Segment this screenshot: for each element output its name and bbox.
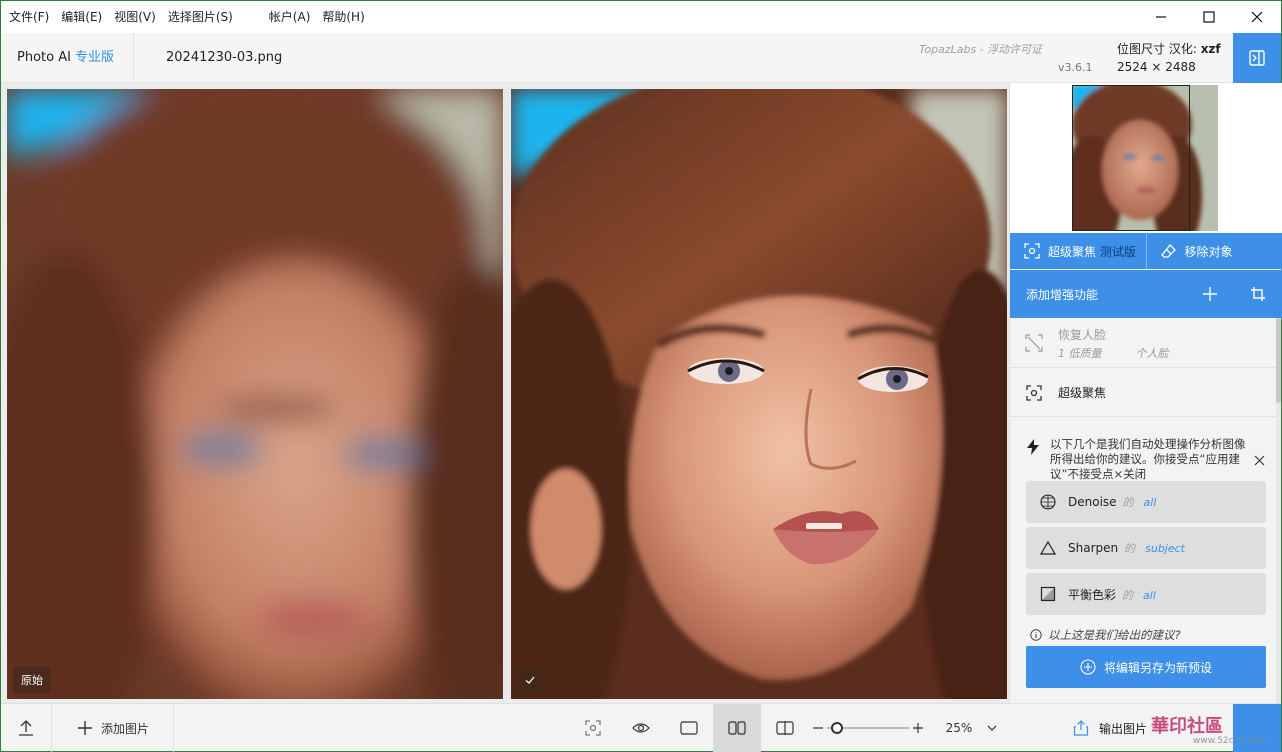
scrollbar-thumb[interactable] xyxy=(1276,318,1281,403)
super-focus-button[interactable]: 超级聚焦 测试版 xyxy=(1010,233,1147,269)
enhanced-check[interactable] xyxy=(517,667,543,693)
viewport-frame[interactable] xyxy=(1072,85,1190,231)
zoom-in-button[interactable] xyxy=(909,704,927,752)
sidebar-toggle-icon xyxy=(1249,50,1265,66)
file-name: 20241230-03.png xyxy=(166,50,283,65)
plus-circle-icon xyxy=(1080,659,1096,675)
menu-view[interactable]: 视图(V) xyxy=(108,1,162,33)
panel-scrollbar[interactable] xyxy=(1276,318,1281,703)
minus-icon xyxy=(813,727,823,729)
original-label: 原始 xyxy=(13,667,51,693)
plus-icon xyxy=(913,723,923,733)
right-panel: 超级聚焦 测试版 移除对象 添加增强功能 恢复人脸 1 低质量 个人脸 超级聚焦… xyxy=(1009,83,1282,703)
close-icon xyxy=(1251,11,1263,23)
focus-view-button[interactable] xyxy=(569,704,617,752)
face-off-icon xyxy=(1025,334,1043,352)
suggestion-sharpen[interactable]: Sharpen 的 subject xyxy=(1026,527,1266,569)
navigator-thumbnail[interactable] xyxy=(1072,85,1218,231)
save-preset-button[interactable]: 将编辑另存为新预设 xyxy=(1026,646,1266,688)
image-size-value: 2524 × 2488 xyxy=(1117,60,1196,74)
crop-icon xyxy=(1251,287,1265,301)
app-brand: Photo AI 专业版 xyxy=(17,33,114,83)
menu-edit[interactable]: 编辑(E) xyxy=(55,1,108,33)
focus-icon xyxy=(1024,243,1040,259)
single-view-icon xyxy=(680,721,698,735)
share-icon xyxy=(1073,720,1089,736)
edition-badge: 专业版 xyxy=(74,50,114,65)
plus-icon xyxy=(77,721,92,735)
compare-divider[interactable] xyxy=(504,89,510,699)
add-enhancement-label: 添加增强功能 xyxy=(1026,287,1099,302)
close-suggestions-button[interactable] xyxy=(1254,455,1265,469)
color-balance-icon xyxy=(1040,586,1056,602)
split-view-icon xyxy=(776,721,794,735)
zoom-level[interactable]: 25% xyxy=(937,704,981,752)
bottom-toolbar: 添加图片 25% 输出图片 華印社區 www.52cnp.com xyxy=(1,703,1281,752)
suggestion-question: 以上这是我们给出的建议? xyxy=(1030,627,1181,643)
remove-object-button[interactable]: 移除对象 xyxy=(1147,233,1282,269)
app-name: Photo AI xyxy=(17,50,71,65)
enhanced-pane[interactable] xyxy=(511,89,1007,699)
upload-button[interactable] xyxy=(1,704,51,752)
menu-account[interactable]: 帐户(A) xyxy=(263,1,317,33)
menu-bar: 文件(F) 编辑(E) 视图(V) 选择图片(S) 帐户(A) 帮助(H) xyxy=(1,1,1281,33)
info-icon xyxy=(1030,629,1042,641)
menu-select-image[interactable]: 选择图片(S) xyxy=(162,1,239,33)
add-enhancement-button[interactable] xyxy=(1186,270,1234,318)
beta-badge: 测试版 xyxy=(1099,244,1136,259)
add-enhancement-row: 添加增强功能 xyxy=(1010,270,1282,318)
side-by-side-icon xyxy=(728,721,746,735)
feature-title: 恢复人脸 xyxy=(1058,327,1107,342)
split-view-button[interactable] xyxy=(761,704,809,752)
zoom-dropdown[interactable] xyxy=(981,704,1003,752)
side-by-side-view-button[interactable] xyxy=(713,704,761,752)
focus-icon xyxy=(585,720,601,736)
license-text: TopazLabs - 浮动许可证 xyxy=(919,43,1043,56)
plus-icon xyxy=(1203,287,1217,301)
version-text: v3.6.1 xyxy=(1058,61,1093,74)
app-window: 文件(F) 编辑(E) 视图(V) 选择图片(S) 帐户(A) 帮助(H) Ph… xyxy=(0,0,1282,752)
single-view-button[interactable] xyxy=(665,704,713,752)
translator-name: xzf xyxy=(1200,42,1221,56)
original-pane[interactable]: 原始 xyxy=(7,89,503,699)
menu-help[interactable]: 帮助(H) xyxy=(316,1,370,33)
header-bar: Photo AI 专业版 20241230-03.png TopazLabs - … xyxy=(1,33,1281,83)
add-image-button[interactable]: 添加图片 xyxy=(53,704,173,752)
zoom-out-button[interactable] xyxy=(809,704,827,752)
original-image xyxy=(7,89,503,699)
crop-button[interactable] xyxy=(1234,270,1282,318)
minimize-button[interactable] xyxy=(1137,1,1185,33)
close-button[interactable] xyxy=(1233,1,1281,33)
suggestion-color-balance[interactable]: 平衡色彩的 all xyxy=(1026,573,1266,615)
navigator[interactable] xyxy=(1010,83,1282,233)
feature-face-recovery[interactable]: 恢复人脸 1 低质量 个人脸 xyxy=(1010,319,1276,368)
maximize-icon xyxy=(1203,11,1215,23)
minimize-icon xyxy=(1156,16,1166,18)
panel-toggle-button[interactable] xyxy=(1233,33,1281,83)
focus-icon xyxy=(1026,384,1042,401)
triangle-icon xyxy=(1040,540,1056,555)
feature-super-focus[interactable]: 超级聚焦 xyxy=(1010,369,1276,417)
watermark-logo: 華印社區 www.52cnp.com xyxy=(1151,716,1268,746)
menu-file[interactable]: 文件(F) xyxy=(1,1,55,33)
eye-icon xyxy=(632,723,650,733)
enhanced-image xyxy=(511,89,1007,699)
eraser-icon xyxy=(1160,244,1176,258)
feature-title: 超级聚焦 xyxy=(1058,386,1107,400)
preview-toggle-button[interactable] xyxy=(617,704,665,752)
image-canvas[interactable]: 原始 xyxy=(1,83,1009,703)
check-icon xyxy=(525,676,535,684)
image-size-label: 位图尺寸 汉化: xzf xyxy=(1117,42,1221,56)
maximize-button[interactable] xyxy=(1185,1,1233,33)
close-icon xyxy=(1254,455,1265,466)
zoom-slider-handle[interactable] xyxy=(831,722,844,734)
upload-icon xyxy=(19,720,33,736)
suggestion-message: 以下几个是我们自动处理操作分析图像所得出给你的建议。你接受点“应用建议”不接受点… xyxy=(1050,437,1246,481)
feature-subtitle: 1 低质量 个人脸 xyxy=(1058,346,1169,360)
tool-row: 超级聚焦 测试版 移除对象 xyxy=(1010,233,1282,269)
lightning-icon xyxy=(1027,439,1039,455)
denoise-icon xyxy=(1040,494,1056,510)
chevron-down-icon xyxy=(987,725,997,731)
suggestion-denoise[interactable]: Denoise 的 all xyxy=(1026,481,1266,523)
